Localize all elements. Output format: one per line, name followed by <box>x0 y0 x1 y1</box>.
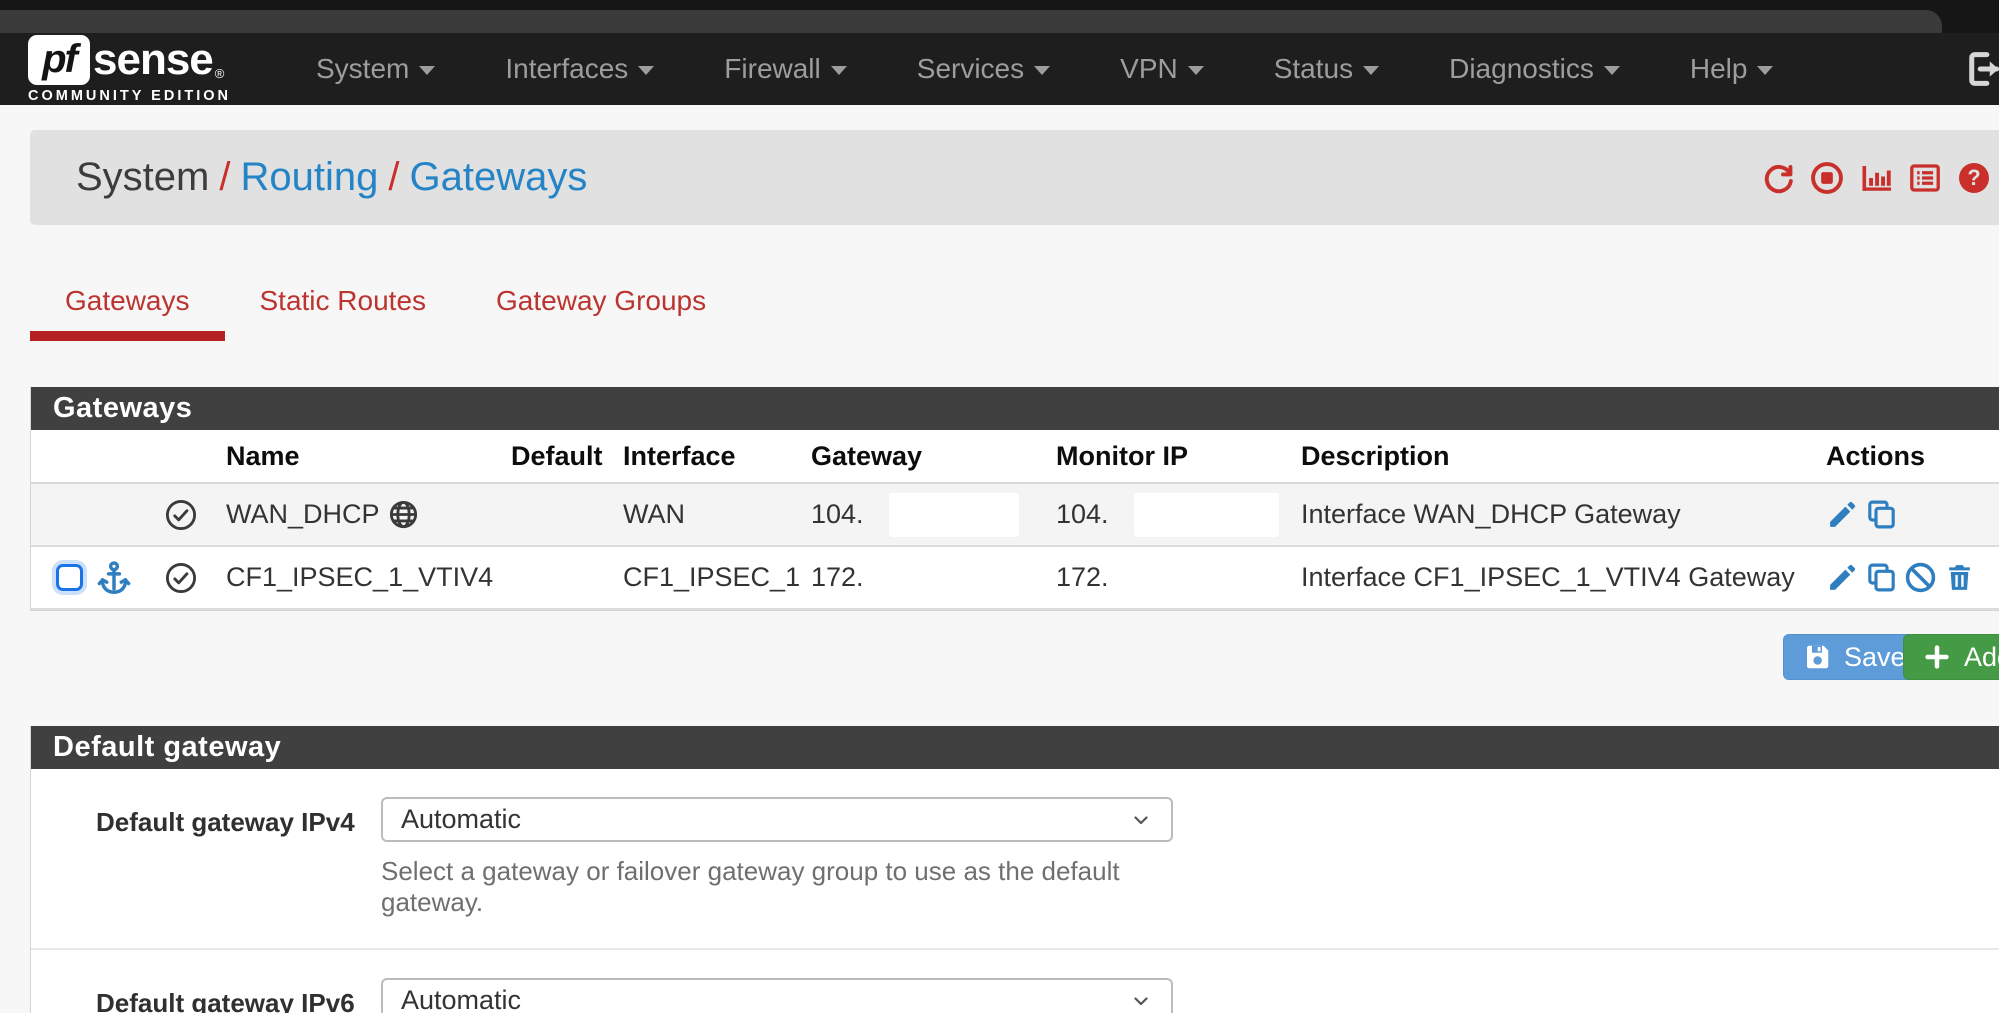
breadcrumb-routing-link[interactable]: Routing <box>240 155 378 199</box>
button-row: Save Add <box>30 634 1999 680</box>
gateways-panel-title: Gateways <box>31 387 1999 430</box>
chevron-down-icon <box>1188 66 1204 75</box>
pf-logo-box: pf <box>28 35 90 85</box>
gateway-description: Interface WAN_DHCP Gateway <box>1291 484 1816 547</box>
tab-static-routes[interactable]: Static Routes <box>225 285 462 341</box>
stop-circle-icon[interactable] <box>1809 160 1845 196</box>
default-gateway-ipv4-label: Default gateway IPv4 <box>31 797 381 918</box>
pfsense-logo[interactable]: pf sense ® COMMUNITY EDITION <box>28 35 231 104</box>
refresh-icon[interactable] <box>1760 160 1796 196</box>
chevron-down-icon <box>1034 66 1050 75</box>
navbar: pf sense ® COMMUNITY EDITION System Inte… <box>0 33 1999 105</box>
redaction-box <box>889 493 1019 537</box>
gateways-panel: Gateways Name Default Interface Gateway … <box>30 387 1999 611</box>
brand-registered-mark: ® <box>215 66 225 81</box>
routing-tabs: Gateways Static Routes Gateway Groups <box>30 285 1999 341</box>
chevron-down-icon <box>1757 66 1773 75</box>
chevron-down-icon <box>1129 808 1153 832</box>
chevron-down-icon <box>1604 66 1620 75</box>
col-name: Name <box>216 430 501 484</box>
breadcrumb-bar: System/Routing/Gateways <box>30 130 1999 225</box>
form-row-ipv4: Default gateway IPv4 Automatic Select a … <box>31 769 1999 948</box>
gateway-name: WAN_DHCP <box>226 499 380 530</box>
nav-item-help[interactable]: Help <box>1655 33 1809 105</box>
nav-item-interfaces[interactable]: Interfaces <box>470 33 689 105</box>
nav-item-diagnostics[interactable]: Diagnostics <box>1414 33 1655 105</box>
disable-icon[interactable] <box>1904 561 1937 594</box>
gateway-default <box>501 547 613 610</box>
chevron-down-icon <box>1363 66 1379 75</box>
selected-value: Automatic <box>401 985 521 1013</box>
delete-icon[interactable] <box>1943 561 1976 594</box>
gateway-description: Interface CF1_IPSEC_1_VTIV4 Gateway <box>1291 547 1816 610</box>
sign-out-icon[interactable] <box>1961 46 1999 92</box>
svg-text:?: ? <box>1967 165 1980 190</box>
edit-icon[interactable] <box>1826 561 1859 594</box>
default-gateway-ipv4-select[interactable]: Automatic <box>381 797 1173 842</box>
browser-chrome <box>0 0 1999 33</box>
add-button[interactable]: Add <box>1903 634 1999 680</box>
bar-chart-icon[interactable] <box>1858 160 1894 196</box>
monitor-ip: 104. <box>1056 499 1109 530</box>
log-list-icon[interactable] <box>1907 160 1943 196</box>
gateway-name: CF1_IPSEC_1_VTIV4 <box>216 547 501 610</box>
redaction-box <box>1134 493 1279 537</box>
gateway-interface: CF1_IPSEC_1 <box>613 547 801 610</box>
gateway-interface: WAN <box>613 484 801 547</box>
save-icon <box>1802 642 1832 672</box>
anchor-icon[interactable] <box>95 559 133 597</box>
table-row-cf1-ipsec: CF1_IPSEC_1_VTIV4 CF1_IPSEC_1 172. 172. … <box>31 547 1999 610</box>
help-circle-icon[interactable]: ? <box>1956 160 1992 196</box>
browser-tab <box>0 10 1942 33</box>
col-default: Default <box>501 430 613 484</box>
col-monitor-ip: Monitor IP <box>1046 430 1291 484</box>
gateways-table-header: Name Default Interface Gateway Monitor I… <box>31 430 1999 484</box>
default-gateway-panel-title: Default gateway <box>31 726 1999 769</box>
selected-value: Automatic <box>401 804 521 835</box>
breadcrumb: System/Routing/Gateways <box>30 155 587 200</box>
default-gateway-ipv6-label: Default gateway IPv6 <box>31 978 381 1013</box>
ipv4-help-text: Select a gateway or failover gateway gro… <box>381 856 1173 918</box>
chevron-down-icon <box>831 66 847 75</box>
copy-icon[interactable] <box>1865 498 1898 531</box>
nav-item-status[interactable]: Status <box>1239 33 1414 105</box>
tab-gateway-groups[interactable]: Gateway Groups <box>461 285 741 341</box>
page-action-icons: ? <box>1760 160 1992 196</box>
gateway-address: 172. <box>801 547 1046 610</box>
default-gateway-panel: Default gateway Default gateway IPv4 Aut… <box>30 726 1999 1013</box>
copy-icon[interactable] <box>1865 561 1898 594</box>
breadcrumb-system: System <box>76 155 209 199</box>
default-gateway-ipv6-select[interactable]: Automatic <box>381 978 1173 1013</box>
col-actions: Actions <box>1816 430 1999 484</box>
selection-square-icon[interactable] <box>56 564 83 591</box>
brand-sense: sense <box>93 35 213 85</box>
gateway-default <box>501 484 613 547</box>
col-gateway: Gateway <box>801 430 1046 484</box>
chevron-down-icon <box>419 66 435 75</box>
gateway-address: 104. <box>811 499 864 530</box>
chevron-down-icon <box>638 66 654 75</box>
table-row-wan-dhcp: WAN_DHCP WAN 104. 104. Interface WAN_DHC… <box>31 484 1999 547</box>
globe-icon <box>388 499 419 530</box>
plus-icon <box>1922 642 1952 672</box>
form-row-ipv6: Default gateway IPv6 Automatic Select a … <box>31 948 1999 1013</box>
chevron-down-icon <box>1129 989 1153 1013</box>
col-description: Description <box>1291 430 1816 484</box>
tab-gateways[interactable]: Gateways <box>30 285 225 341</box>
nav-item-services[interactable]: Services <box>882 33 1085 105</box>
gateway-online-icon <box>164 561 198 595</box>
col-interface: Interface <box>613 430 801 484</box>
gateway-online-icon <box>164 498 198 532</box>
nav-menu: System Interfaces Firewall Services VPN … <box>281 33 1808 105</box>
breadcrumb-gateways-link[interactable]: Gateways <box>409 155 587 199</box>
nav-item-firewall[interactable]: Firewall <box>689 33 881 105</box>
monitor-ip: 172. <box>1046 547 1291 610</box>
brand-edition: COMMUNITY EDITION <box>28 88 231 104</box>
edit-icon[interactable] <box>1826 498 1859 531</box>
nav-item-vpn[interactable]: VPN <box>1085 33 1239 105</box>
nav-item-system[interactable]: System <box>281 33 470 105</box>
